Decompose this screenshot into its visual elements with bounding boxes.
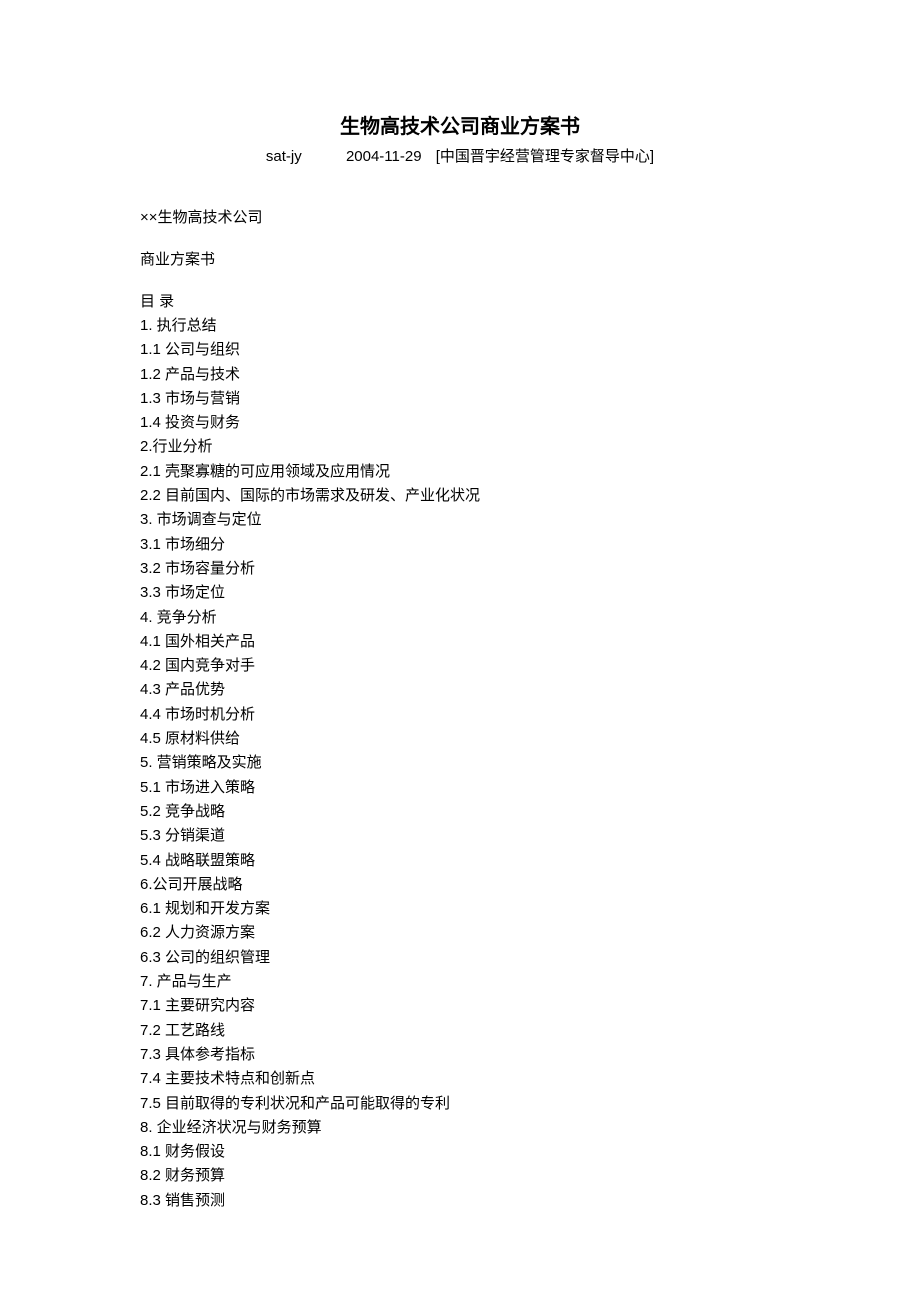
- toc-item: 5. 营销策略及实施: [140, 751, 780, 775]
- toc-item: 8.2 财务预算: [140, 1164, 780, 1188]
- byline-date: 2004-11-29: [346, 148, 422, 165]
- toc-item: 8.1 财务假设: [140, 1140, 780, 1164]
- toc-item: 1.1 公司与组织: [140, 338, 780, 362]
- byline-source: [中国晋宇经营管理专家督导中心]: [436, 145, 654, 166]
- document-title: 生物高技术公司商业方案书: [140, 110, 780, 139]
- toc-item: 3. 市场调查与定位: [140, 508, 780, 532]
- doc-type: 商业方案书: [140, 248, 780, 272]
- toc-item: 5.2 竞争战略: [140, 800, 780, 824]
- toc-item: 4.1 国外相关产品: [140, 630, 780, 654]
- toc-item: 3.2 市场容量分析: [140, 557, 780, 581]
- toc-item: 6.2 人力资源方案: [140, 921, 780, 945]
- byline-author: sat-jy: [266, 148, 302, 165]
- toc-item: 8. 企业经济状况与财务预算: [140, 1116, 780, 1140]
- toc-item: 5.1 市场进入策略: [140, 776, 780, 800]
- toc-item: 7.5 目前取得的专利状况和产品可能取得的专利: [140, 1092, 780, 1116]
- toc-item: 3.1 市场细分: [140, 533, 780, 557]
- toc-item: 8.3 销售预测: [140, 1189, 780, 1213]
- toc-item: 2.1 壳聚寡糖的可应用领域及应用情况: [140, 460, 780, 484]
- toc-item: 4.2 国内竞争对手: [140, 654, 780, 678]
- toc-item: 6.1 规划和开发方案: [140, 897, 780, 921]
- toc-item: 4.3 产品优势: [140, 678, 780, 702]
- toc-item: 7. 产品与生产: [140, 970, 780, 994]
- toc-item: 2.2 目前国内、国际的市场需求及研发、产业化状况: [140, 484, 780, 508]
- toc-item: 2.行业分析: [140, 435, 780, 459]
- toc-heading: 目 录: [140, 290, 780, 314]
- toc-item: 4.4 市场时机分析: [140, 703, 780, 727]
- toc-item: 7.3 具体参考指标: [140, 1043, 780, 1067]
- toc-item: 6.公司开展战略: [140, 873, 780, 897]
- toc-item: 4. 竞争分析: [140, 606, 780, 630]
- toc-item: 1.3 市场与营销: [140, 387, 780, 411]
- company-name: ××生物高技术公司: [140, 206, 780, 230]
- document-byline: sat-jy 2004-11-29 [中国晋宇经营管理专家督导中心]: [140, 145, 780, 166]
- document-page: 生物高技术公司商业方案书 sat-jy 2004-11-29 [中国晋宇经营管理…: [0, 0, 920, 1273]
- toc-item: 4.5 原材料供给: [140, 727, 780, 751]
- toc-item: 1.4 投资与财务: [140, 411, 780, 435]
- toc-list: 1. 执行总结1.1 公司与组织1.2 产品与技术1.3 市场与营销1.4 投资…: [140, 314, 780, 1213]
- toc-item: 5.4 战略联盟策略: [140, 849, 780, 873]
- toc-item: 6.3 公司的组织管理: [140, 946, 780, 970]
- toc-item: 7.4 主要技术特点和创新点: [140, 1067, 780, 1091]
- toc-item: 1.2 产品与技术: [140, 363, 780, 387]
- toc-item: 7.1 主要研究内容: [140, 994, 780, 1018]
- toc-item: 7.2 工艺路线: [140, 1019, 780, 1043]
- toc-item: 3.3 市场定位: [140, 581, 780, 605]
- toc-item: 5.3 分销渠道: [140, 824, 780, 848]
- toc-item: 1. 执行总结: [140, 314, 780, 338]
